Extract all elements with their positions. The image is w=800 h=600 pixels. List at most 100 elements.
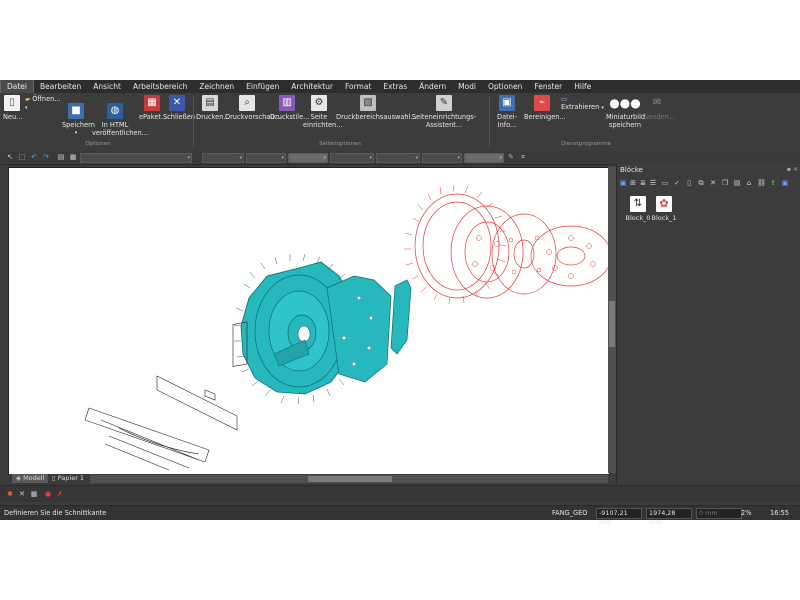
print-button[interactable]: ▤ Drucken... bbox=[196, 95, 230, 121]
pin-icon[interactable]: ▪ bbox=[787, 166, 791, 173]
send-button[interactable]: ✉ Senden... bbox=[644, 95, 675, 122]
more-dots-icon: ●●● bbox=[609, 96, 641, 110]
new-button[interactable]: ▯ Neu... bbox=[3, 95, 23, 121]
delete-icon[interactable]: ✕ bbox=[709, 179, 717, 187]
layer-icon[interactable]: ▤ bbox=[57, 153, 65, 161]
save-button[interactable]: ■ Speichern ▾ bbox=[62, 95, 95, 137]
menu-modes[interactable]: Modi bbox=[452, 80, 482, 93]
x-coordinate[interactable]: -9107,21 mm bbox=[596, 508, 642, 526]
vertical-scrollbar[interactable] bbox=[608, 167, 616, 473]
menu-view[interactable]: Ansicht bbox=[87, 80, 127, 93]
table-style-combo[interactable]: ▾ bbox=[422, 153, 462, 163]
menu-edit[interactable]: Bearbeiten bbox=[34, 80, 87, 93]
rename-icon[interactable]: ▯ bbox=[685, 179, 693, 187]
group-options-label: Optionen bbox=[85, 141, 111, 147]
vertical-scroll-thumb[interactable] bbox=[609, 301, 615, 347]
horizontal-scrollbar[interactable] bbox=[90, 475, 608, 483]
y-coordinate[interactable]: 1974,28 mm bbox=[646, 508, 692, 526]
redo-icon[interactable]: ↷ bbox=[42, 153, 50, 161]
check-icon[interactable]: ✓ bbox=[673, 179, 681, 187]
drawing-canvas[interactable] bbox=[8, 167, 612, 475]
menu-bar: Datei Bearbeiten Ansicht Arbeitsbereich … bbox=[0, 80, 800, 93]
snap-toggle-icon[interactable]: ✗ bbox=[56, 490, 64, 498]
new-label: Neu... bbox=[3, 113, 23, 121]
publish-html-label-2: veröffentlichen... bbox=[92, 129, 148, 137]
text-style-combo[interactable]: ▾ bbox=[330, 153, 374, 163]
print-preview-button[interactable]: ⌕ Druckvorschau... bbox=[225, 95, 281, 121]
zoom-level: 2% bbox=[741, 509, 752, 517]
print-area-button[interactable]: ▧ Druckbereichsauswahl... bbox=[336, 95, 417, 121]
z-coordinate[interactable]: 0 mm bbox=[696, 508, 742, 519]
property-toolbar: ↖ ⬚ ↶ ↷ ▤ ▦ ▾ ▾ ▾ ▾ ▾ ▾ ▾ ▾ ✎ ⌗ bbox=[0, 151, 800, 165]
menu-architecture[interactable]: Architektur bbox=[285, 80, 339, 93]
match-props-icon[interactable]: ⌗ bbox=[519, 153, 527, 161]
gear-page-icon: ⚙ bbox=[311, 95, 327, 111]
close-button[interactable]: ✕ Schließen bbox=[163, 95, 195, 121]
publish-html-button[interactable]: ◍ In HTML veröffentlichen... bbox=[92, 95, 148, 137]
brush-icon[interactable]: ✎ bbox=[507, 153, 515, 161]
open-label: Öffnen... bbox=[32, 95, 61, 103]
large-icons-view-icon[interactable]: ▣ bbox=[619, 179, 627, 187]
export-block-icon[interactable]: ▣ bbox=[781, 179, 789, 187]
epaket-button[interactable]: ▦ ePaket... bbox=[139, 95, 167, 121]
insert-block-icon[interactable]: ⇪ bbox=[769, 179, 777, 187]
menu-modify[interactable]: Ändern bbox=[413, 80, 452, 93]
snap-icon[interactable]: ✱ bbox=[6, 490, 14, 498]
properties-icon[interactable]: ▦ bbox=[69, 153, 77, 161]
ribbon-separator bbox=[193, 97, 194, 147]
menu-extras[interactable]: Extras bbox=[377, 80, 413, 93]
page-setup-label-2: einrichten... bbox=[303, 121, 343, 129]
copy-icon[interactable]: ❐ bbox=[721, 179, 729, 187]
dim-style-combo[interactable]: ▾ bbox=[376, 153, 420, 163]
package-icon: ▦ bbox=[144, 95, 160, 111]
menu-options[interactable]: Optionen bbox=[482, 80, 528, 93]
open-button[interactable]: ▰ Öffnen... ▾ bbox=[25, 95, 61, 112]
envelope-icon: ✉ bbox=[652, 97, 662, 108]
menu-workspace[interactable]: Arbeitsbereich bbox=[127, 80, 193, 93]
block-item-label: Block_1 bbox=[651, 214, 677, 222]
undo-icon[interactable]: ↶ bbox=[30, 153, 38, 161]
tab-model[interactable]: ◈ Modell bbox=[12, 474, 49, 483]
tag-icon[interactable]: ⌂ bbox=[745, 179, 753, 187]
red-outline-gears bbox=[404, 184, 612, 305]
grid-icon[interactable]: ▦ bbox=[30, 490, 38, 498]
menu-help[interactable]: Hilfe bbox=[568, 80, 597, 93]
plot-style-combo[interactable]: ▾ bbox=[464, 153, 504, 163]
small-icons-view-icon[interactable]: ⊞ bbox=[629, 179, 637, 187]
extract-button[interactable]: ▭ Extrahieren ▾ bbox=[561, 95, 607, 112]
tab-paper-1[interactable]: ▯ Papier 1 bbox=[48, 474, 88, 483]
pointer-icon[interactable]: ↖ bbox=[6, 153, 14, 161]
record-icon[interactable]: ● bbox=[44, 490, 52, 498]
info-icon: ▣ bbox=[499, 95, 515, 111]
horizontal-scroll-thumb[interactable] bbox=[308, 476, 392, 482]
block-item[interactable]: ✿ Block_1 bbox=[647, 196, 681, 222]
print-styles-button[interactable]: ▥ Druckstile... bbox=[270, 95, 309, 121]
new-block-icon[interactable]: ▭ bbox=[661, 179, 669, 187]
cancel-icon[interactable]: ✕ bbox=[18, 490, 26, 498]
menu-file[interactable]: Datei bbox=[0, 80, 35, 93]
select-icon[interactable]: ⬚ bbox=[18, 153, 26, 161]
paste-icon[interactable]: ▤ bbox=[733, 179, 741, 187]
menu-window[interactable]: Fenster bbox=[528, 80, 568, 93]
save-thumbnail-button[interactable]: ●●● Miniaturbild speichern bbox=[606, 95, 645, 129]
linetype-combo[interactable]: ▾ bbox=[246, 153, 286, 163]
explode-icon[interactable]: ⧉ bbox=[697, 179, 705, 187]
layer-combo[interactable]: ▾ bbox=[80, 153, 192, 163]
file-info-label: Datei-Info... bbox=[497, 113, 517, 129]
page-setup-button[interactable]: ⚙ Seite einrichten... bbox=[303, 95, 343, 129]
close-label: Schließen bbox=[163, 113, 196, 121]
chevron-down-icon: ▾ bbox=[601, 105, 604, 111]
menu-insert[interactable]: Einfügen bbox=[240, 80, 285, 93]
page-wizard-button[interactable]: ✎ Seiteneinrichtungs-Assistent... bbox=[402, 95, 486, 129]
details-view-icon[interactable]: ☰ bbox=[649, 179, 657, 187]
color-combo[interactable]: ▾ bbox=[202, 153, 244, 163]
clean-button[interactable]: ⌁ Bereinigen... bbox=[524, 95, 566, 121]
list-view-icon[interactable]: ≣ bbox=[639, 179, 647, 187]
close-icon[interactable]: ✕ bbox=[793, 166, 798, 173]
file-info-button[interactable]: ▣ Datei-Info... bbox=[491, 95, 523, 129]
lineweight-combo[interactable]: ▾ bbox=[288, 153, 328, 163]
menu-format[interactable]: Format bbox=[339, 80, 377, 93]
broom-icon: ⌁ bbox=[534, 95, 550, 111]
menu-draw[interactable]: Zeichnen bbox=[193, 80, 240, 93]
link-icon[interactable]: ⛓ bbox=[757, 179, 766, 187]
